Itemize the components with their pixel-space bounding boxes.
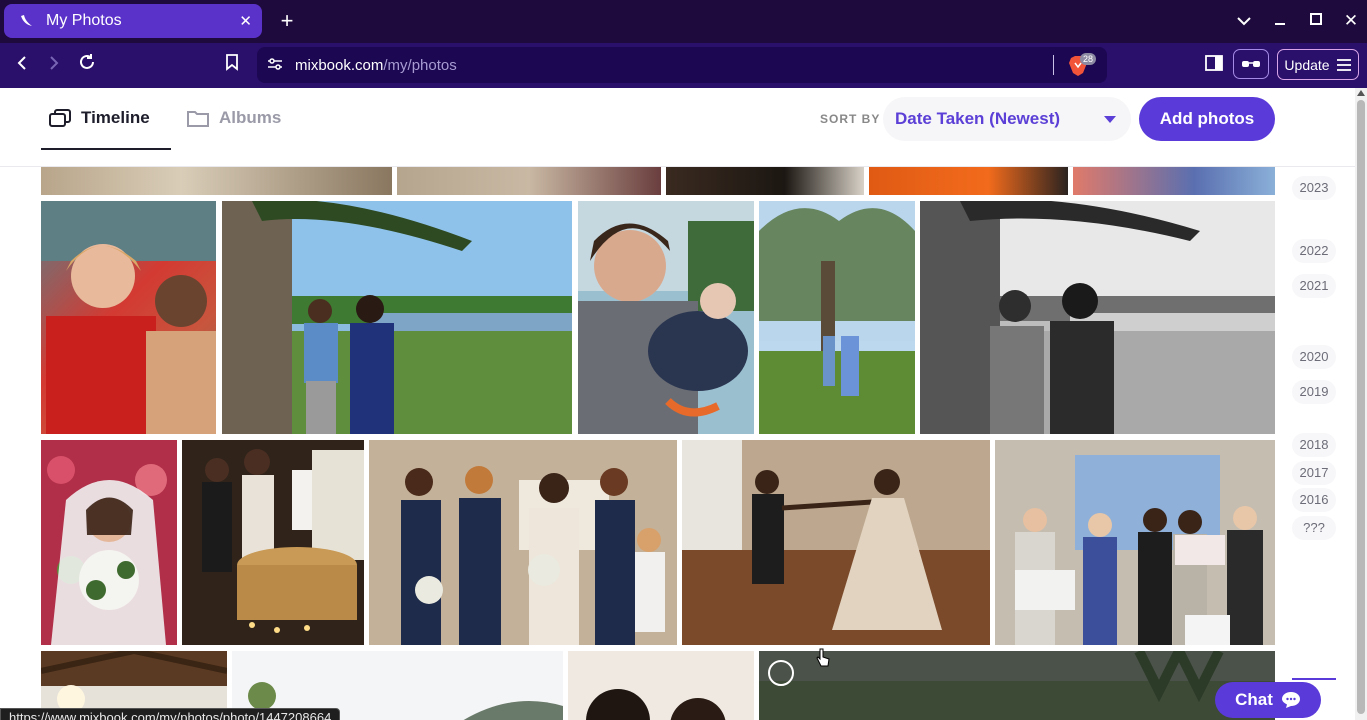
timeline-position-indicator	[1292, 678, 1336, 680]
photo-tile[interactable]	[578, 201, 754, 434]
site-settings-icon[interactable]	[267, 57, 285, 74]
photo-tile[interactable]	[568, 651, 754, 720]
photo-bridal-party	[369, 440, 677, 645]
url-divider	[1053, 55, 1054, 75]
url-path: /my/photos	[383, 56, 457, 74]
folder-icon	[187, 111, 209, 127]
photo-tile[interactable]	[41, 440, 177, 645]
photo-couple-with-cake	[182, 440, 364, 645]
chat-bubble-icon	[1281, 692, 1300, 708]
sort-dropdown[interactable]: Date Taken (Newest)	[883, 97, 1131, 141]
leo-glasses-icon[interactable]	[1233, 49, 1269, 79]
update-button[interactable]: Update	[1277, 49, 1359, 80]
photo-tile[interactable]	[682, 440, 990, 645]
year-jump-2019[interactable]: 2019	[1292, 380, 1336, 404]
add-photos-button[interactable]: Add photos	[1139, 97, 1275, 141]
chat-button[interactable]: Chat	[1215, 682, 1321, 718]
brave-shields-count: 28	[1080, 53, 1097, 65]
photo-tile[interactable]	[995, 440, 1275, 645]
update-label: Update	[1284, 56, 1330, 73]
new-tab-icon[interactable]: +	[276, 8, 298, 34]
sort-dropdown-value: Date Taken (Newest)	[895, 109, 1061, 128]
tab-search-chevron-icon[interactable]	[1231, 8, 1257, 34]
chat-label: Chat	[1235, 690, 1273, 709]
bookmark-icon[interactable]	[219, 53, 245, 79]
photo-tile[interactable]	[920, 201, 1275, 434]
year-jump-2023[interactable]: 2023	[1292, 176, 1336, 200]
photo-couple-by-lake	[222, 201, 572, 434]
year-jump-2022[interactable]: 2022	[1292, 239, 1336, 263]
photo-tile[interactable]	[41, 201, 216, 434]
tab-timeline-label: Timeline	[81, 108, 150, 127]
year-jump-2017[interactable]: 2017	[1292, 461, 1336, 485]
photo-selfie-couple	[41, 201, 216, 434]
active-tab-indicator	[41, 148, 171, 150]
scrollbar-thumb[interactable]	[1357, 100, 1365, 714]
photo-outdoor-group-dimmed	[759, 651, 1275, 720]
url-host: mixbook.com	[295, 56, 384, 74]
photos-page: Timeline Albums SORT BY Date Taken (Newe…	[0, 88, 1355, 720]
tab-albums[interactable]: Albums	[187, 108, 281, 128]
page-scrollbar[interactable]	[1355, 88, 1367, 720]
status-bar-url: https://www.mixbook.com/my/photos/photo/…	[0, 708, 341, 720]
sort-by-label: SORT BY	[820, 112, 881, 126]
back-icon[interactable]	[9, 53, 35, 79]
minimize-icon[interactable]	[1267, 8, 1293, 34]
menu-icon	[1336, 58, 1351, 71]
photo-tile[interactable]	[369, 440, 677, 645]
photo-tile[interactable]	[182, 440, 364, 645]
year-jump-2020[interactable]: 2020	[1292, 345, 1336, 369]
caret-down-icon	[1104, 115, 1116, 123]
select-photo-checkbox[interactable]	[768, 660, 794, 686]
photo-woman-with-baby	[578, 201, 754, 434]
photo-first-dance	[682, 440, 990, 645]
photo-couple-under-tree	[759, 201, 915, 434]
photo-tile[interactable]	[397, 167, 661, 195]
year-jump-2018[interactable]: 2018	[1292, 433, 1336, 457]
timeline-icon	[49, 109, 71, 127]
browser-tab-bar: My Photos ✕ + ✕	[0, 0, 1367, 43]
hand-cursor-icon	[816, 648, 830, 667]
photo-group-with-art	[995, 440, 1275, 645]
maximize-icon[interactable]	[1303, 8, 1329, 34]
sidebar-toggle-icon[interactable]	[1204, 53, 1226, 75]
tab-close-icon[interactable]: ✕	[239, 12, 252, 30]
tab-timeline[interactable]: Timeline	[49, 108, 150, 128]
window-close-icon[interactable]: ✕	[1338, 8, 1364, 34]
photo-tile[interactable]	[869, 167, 1068, 195]
photo-tile[interactable]	[222, 201, 572, 434]
photo-portrait	[568, 651, 754, 720]
tab-albums-label: Albums	[219, 108, 282, 127]
photo-couple-bw	[920, 201, 1275, 434]
photo-bride-bouquet	[41, 440, 177, 645]
browser-tab-my-photos[interactable]: My Photos ✕	[4, 4, 262, 38]
photo-tile[interactable]	[666, 167, 864, 195]
forward-icon[interactable]	[41, 53, 67, 79]
photo-tile[interactable]	[759, 201, 915, 434]
photo-tile[interactable]	[1073, 167, 1275, 195]
photo-tile[interactable]	[41, 167, 392, 195]
year-jump-2021[interactable]: 2021	[1292, 274, 1336, 298]
photo-tile[interactable]	[759, 651, 1275, 720]
photos-header: Timeline Albums SORT BY Date Taken (Newe…	[0, 88, 1355, 167]
address-bar[interactable]: mixbook.com/my/photos 28	[257, 47, 1107, 83]
browser-toolbar: mixbook.com/my/photos 28 Update	[0, 43, 1367, 88]
tab-title: My Photos	[46, 12, 122, 29]
reload-icon[interactable]	[74, 53, 100, 79]
mixbook-favicon-icon	[18, 12, 36, 30]
year-jump-2016[interactable]: 2016	[1292, 488, 1336, 512]
scroll-up-icon[interactable]	[1357, 90, 1365, 96]
year-jump-unknown[interactable]: ???	[1292, 516, 1336, 540]
